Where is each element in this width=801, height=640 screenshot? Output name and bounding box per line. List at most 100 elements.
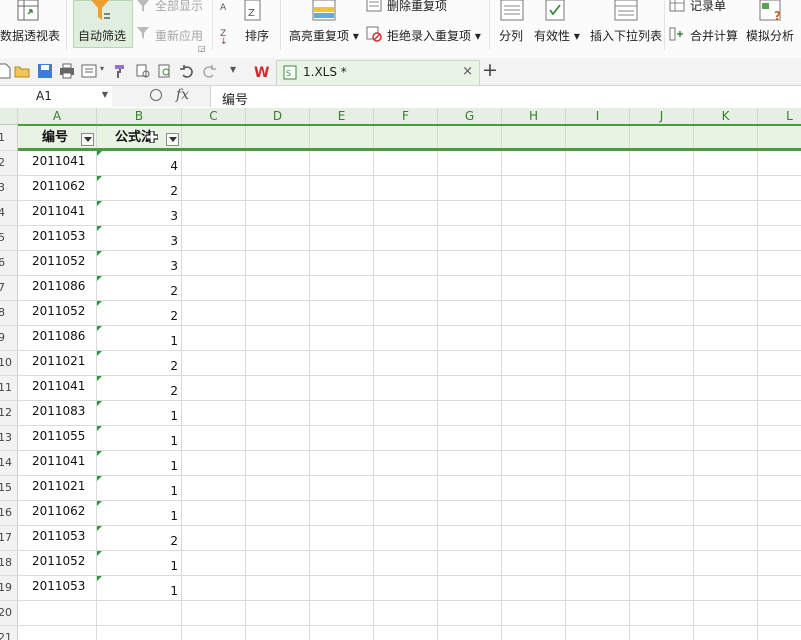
empty-cell[interactable] — [182, 351, 246, 376]
empty-cell[interactable] — [438, 251, 502, 276]
empty-cell[interactable] — [310, 376, 374, 401]
empty-cell[interactable] — [502, 401, 566, 426]
empty-cell[interactable] — [246, 576, 310, 601]
header-cell-formula[interactable]: 公式法 — [97, 125, 182, 151]
empty-cell[interactable] — [374, 501, 438, 526]
cell-count[interactable]: 2 — [97, 176, 182, 201]
empty-cell[interactable] — [630, 226, 694, 251]
cell-count[interactable]: 3 — [97, 251, 182, 276]
empty-cell[interactable] — [374, 276, 438, 301]
column-header-b[interactable]: B — [97, 108, 182, 125]
empty-cell[interactable] — [182, 276, 246, 301]
empty-cell[interactable] — [566, 526, 630, 551]
empty-cell[interactable] — [310, 401, 374, 426]
column-header-l[interactable]: L — [758, 108, 801, 125]
empty-cell[interactable] — [758, 351, 801, 376]
empty-cell[interactable] — [758, 476, 801, 501]
empty-cell[interactable] — [566, 476, 630, 501]
empty-cell[interactable] — [438, 501, 502, 526]
row-header[interactable]: 15 — [0, 476, 18, 501]
close-tab-icon[interactable]: × — [462, 64, 473, 79]
formula-input[interactable]: 编号 — [222, 89, 248, 108]
header-row-cell[interactable] — [374, 125, 438, 151]
cell-count[interactable]: 3 — [97, 201, 182, 226]
empty-cell[interactable] — [758, 426, 801, 451]
empty-cell[interactable] — [310, 476, 374, 501]
header-row-cell[interactable] — [310, 125, 374, 151]
empty-cell[interactable] — [374, 351, 438, 376]
empty-cell[interactable] — [246, 401, 310, 426]
empty-cell[interactable] — [374, 301, 438, 326]
empty-cell[interactable] — [758, 401, 801, 426]
cell-code[interactable]: 2011021 — [18, 476, 97, 501]
empty-cell[interactable] — [310, 176, 374, 201]
empty-cell[interactable] — [182, 226, 246, 251]
empty-cell[interactable] — [374, 451, 438, 476]
chevron-down-icon[interactable]: ▼ — [102, 90, 108, 99]
empty-cell[interactable] — [182, 501, 246, 526]
empty-cell[interactable] — [694, 301, 758, 326]
empty-cell[interactable] — [438, 151, 502, 176]
empty-cell[interactable] — [758, 226, 801, 251]
print-preview-icon[interactable] — [81, 63, 97, 79]
empty-cell[interactable] — [502, 226, 566, 251]
empty-cell[interactable] — [630, 401, 694, 426]
empty-cell[interactable] — [374, 176, 438, 201]
empty-cell[interactable] — [630, 326, 694, 351]
cell-count[interactable]: 2 — [97, 351, 182, 376]
row-header[interactable]: 21 — [0, 626, 18, 640]
empty-cell[interactable] — [630, 426, 694, 451]
zoom-search-icon[interactable] — [150, 89, 162, 101]
highlight-duplicates-button[interactable]: 高亮重复项 ▾ — [289, 27, 359, 44]
more-options-icon[interactable]: ▾ — [230, 62, 236, 76]
cell-count[interactable] — [97, 626, 182, 640]
cell-code[interactable]: 2011041 — [18, 201, 97, 226]
row-header[interactable]: 6 — [0, 251, 18, 276]
empty-cell[interactable] — [246, 451, 310, 476]
empty-cell[interactable] — [438, 551, 502, 576]
row-header[interactable]: 16 — [0, 501, 18, 526]
empty-cell[interactable] — [566, 426, 630, 451]
reapply-button[interactable]: 重新应用 — [155, 27, 203, 44]
insert-function-button[interactable]: fx — [176, 87, 189, 103]
empty-cell[interactable] — [566, 226, 630, 251]
empty-cell[interactable] — [182, 251, 246, 276]
empty-cell[interactable] — [438, 451, 502, 476]
cell-count[interactable]: 4 — [97, 151, 182, 176]
empty-cell[interactable] — [502, 376, 566, 401]
empty-cell[interactable] — [182, 426, 246, 451]
validity-button[interactable]: 有效性 ▾ — [534, 27, 580, 44]
cell-count[interactable]: 1 — [97, 326, 182, 351]
empty-cell[interactable] — [438, 601, 502, 626]
empty-cell[interactable] — [694, 601, 758, 626]
empty-cell[interactable] — [502, 276, 566, 301]
spreadsheet-grid[interactable]: ABCDEFGHIJKL 123456789101112131415161718… — [0, 108, 801, 640]
empty-cell[interactable] — [694, 526, 758, 551]
empty-cell[interactable] — [566, 626, 630, 640]
empty-cell[interactable] — [694, 501, 758, 526]
empty-cell[interactable] — [374, 201, 438, 226]
empty-cell[interactable] — [182, 476, 246, 501]
empty-cell[interactable] — [438, 226, 502, 251]
column-header-f[interactable]: F — [374, 108, 438, 125]
empty-cell[interactable] — [502, 351, 566, 376]
empty-cell[interactable] — [758, 376, 801, 401]
row-header[interactable]: 14 — [0, 451, 18, 476]
empty-cell[interactable] — [310, 526, 374, 551]
empty-cell[interactable] — [694, 576, 758, 601]
row-header[interactable]: 7 — [0, 276, 18, 301]
empty-cell[interactable] — [758, 251, 801, 276]
row-header[interactable]: 10 — [0, 351, 18, 376]
copy-format-icon[interactable] — [135, 63, 151, 79]
empty-cell[interactable] — [246, 176, 310, 201]
header-row-cell[interactable] — [502, 125, 566, 151]
empty-cell[interactable] — [566, 201, 630, 226]
empty-cell[interactable] — [246, 251, 310, 276]
cell-count[interactable]: 1 — [97, 551, 182, 576]
empty-cell[interactable] — [566, 176, 630, 201]
empty-cell[interactable] — [566, 351, 630, 376]
reject-duplicates-button[interactable]: 拒绝录入重复项 ▾ — [387, 27, 481, 44]
empty-cell[interactable] — [566, 501, 630, 526]
empty-cell[interactable] — [310, 501, 374, 526]
empty-cell[interactable] — [694, 351, 758, 376]
